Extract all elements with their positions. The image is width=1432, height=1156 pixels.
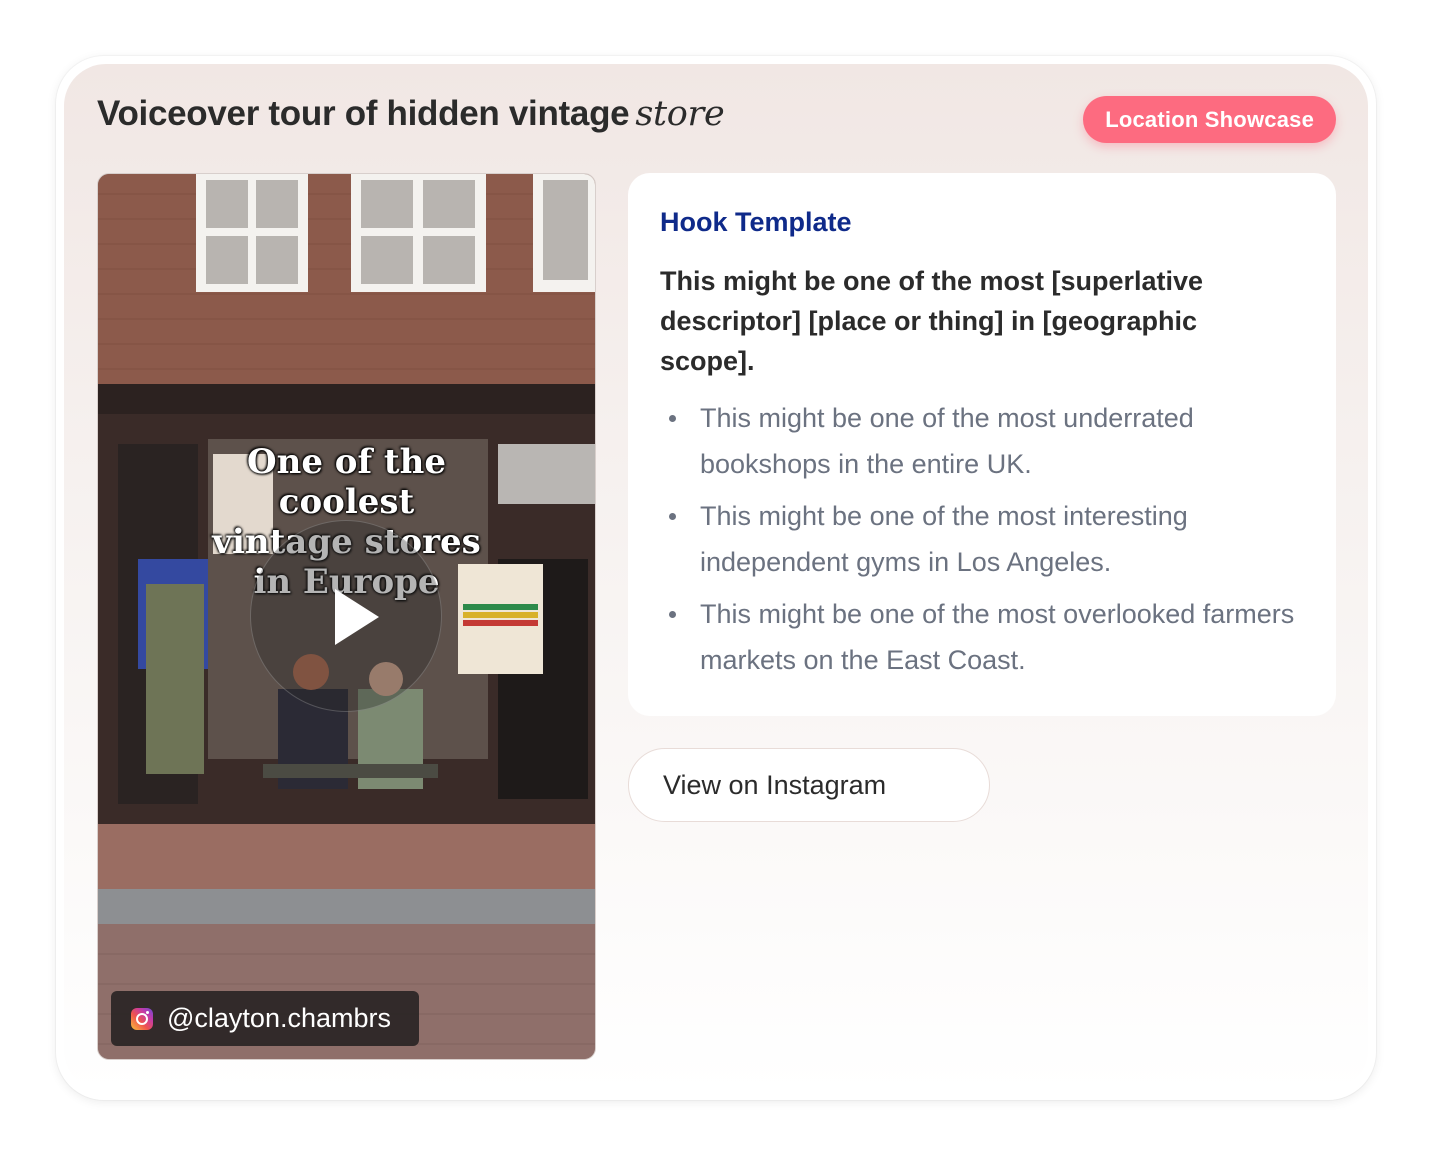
card-title-serif: store bbox=[635, 94, 725, 134]
video-thumbnail[interactable]: One of the coolest vintage stores in Eur… bbox=[97, 173, 596, 1060]
hook-template-panel: Hook Template This might be one of the m… bbox=[628, 173, 1336, 716]
creator-handle-text: @clayton.chambrs bbox=[167, 1003, 391, 1033]
example-text: This might be one of the most interestin… bbox=[700, 501, 1188, 577]
card-title: Voiceover tour of hidden vintage store bbox=[97, 94, 725, 134]
video-caption-line: One of the bbox=[246, 442, 446, 482]
hook-card: Voiceover tour of hidden vintage store Lo… bbox=[64, 64, 1368, 1092]
list-item: This might be one of the most interestin… bbox=[660, 493, 1300, 585]
hook-template-text: This might be one of the most [superlati… bbox=[660, 266, 1204, 376]
instagram-icon bbox=[131, 1007, 153, 1030]
list-item: This might be one of the most overlooked… bbox=[660, 591, 1300, 683]
play-icon bbox=[335, 589, 379, 645]
category-badge[interactable]: Location Showcase bbox=[1083, 96, 1336, 143]
hook-template-heading: Hook Template bbox=[660, 207, 852, 237]
hook-examples-list: This might be one of the most underrated… bbox=[660, 395, 1300, 689]
bullet-icon bbox=[669, 513, 676, 520]
example-text: This might be one of the most overlooked… bbox=[700, 599, 1295, 675]
hook-card-container: Voiceover tour of hidden vintage store Lo… bbox=[56, 56, 1376, 1100]
bullet-icon bbox=[669, 611, 676, 618]
video-caption-line: coolest bbox=[278, 482, 415, 522]
list-item: This might be one of the most underrated… bbox=[660, 395, 1300, 487]
bullet-icon bbox=[669, 415, 676, 422]
card-title-main: Voiceover tour of hidden vintage bbox=[97, 94, 630, 133]
creator-handle[interactable]: @clayton.chambrs bbox=[111, 991, 419, 1046]
play-button[interactable] bbox=[250, 520, 442, 712]
view-on-instagram-button[interactable]: View on Instagram bbox=[628, 748, 990, 822]
example-text: This might be one of the most underrated… bbox=[700, 403, 1194, 479]
